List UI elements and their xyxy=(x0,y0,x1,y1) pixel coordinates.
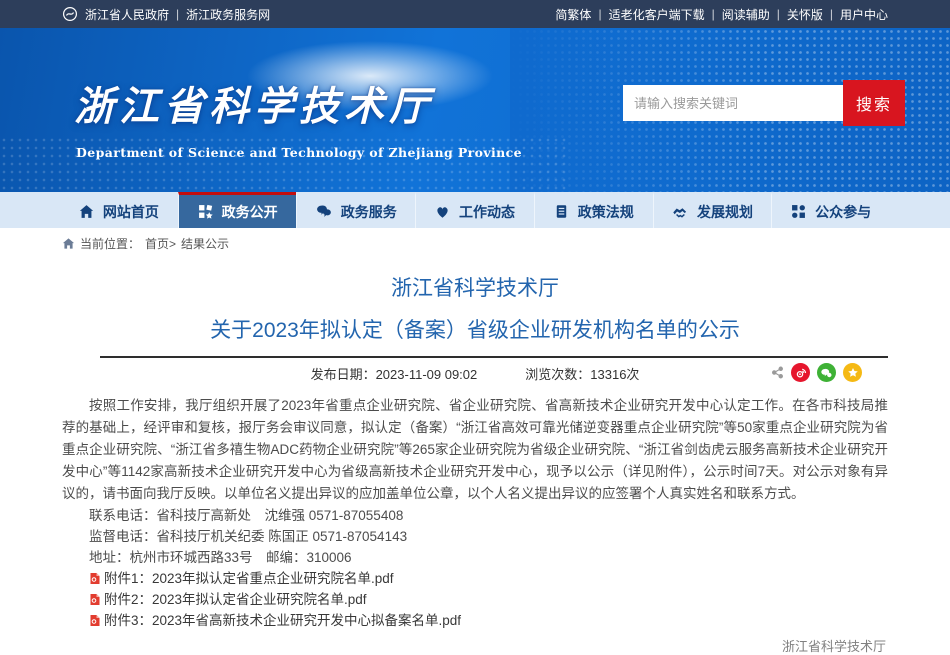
attachment-link-1[interactable]: 附件1：2023年拟认定省重点企业研究院名单.pdf xyxy=(89,568,888,589)
heart-icon xyxy=(435,204,450,219)
breadcrumb-home-icon xyxy=(62,237,75,250)
chat-bubbles-icon xyxy=(316,204,332,219)
link-care-version[interactable]: 关怀版 xyxy=(787,6,823,23)
nav-item-label: 公众参与 xyxy=(815,202,871,222)
article-meta: 发布日期：2023-11-09 09:02 浏览次数：13316次 xyxy=(62,358,888,388)
breadcrumb-link-home[interactable]: 首页> xyxy=(145,235,176,252)
top-utility-bar: 浙江省人民政府 | 浙江政务服务网 简繁体 | 适老化客户端下载 | 阅读辅助 … xyxy=(0,0,950,28)
link-zhejiang-service[interactable]: 浙江政务服务网 xyxy=(186,6,270,23)
nav-item-policies[interactable]: 政策法规 xyxy=(534,192,653,228)
search-input[interactable] xyxy=(623,85,843,121)
site-logo-title: 浙江省科学技术厅 xyxy=(74,74,434,132)
nav-item-gov-services[interactable]: 政务服务 xyxy=(296,192,415,228)
nav-item-label: 政策法规 xyxy=(578,202,634,222)
topbar-right: 简繁体 | 适老化客户端下载 | 阅读辅助 | 关怀版 | 用户中心 xyxy=(555,6,888,23)
link-user-center[interactable]: 用户中心 xyxy=(840,6,888,23)
separator: | xyxy=(777,7,780,21)
main-nav: 网站首页 政务公开 政务服务 工作动态 政策法规 xyxy=(0,192,950,228)
signature: 浙江省科学技术厅 xyxy=(62,636,886,655)
publish-date: 发布日期：2023-11-09 09:02 xyxy=(311,364,478,383)
attachment-text: 附件1：2023年拟认定省重点企业研究院名单.pdf xyxy=(104,568,394,589)
home-icon xyxy=(79,204,94,219)
participation-grid-icon xyxy=(791,204,806,219)
handshake-icon xyxy=(672,204,688,219)
gov-emblem-icon xyxy=(62,6,78,22)
address-line: 地址：杭州市环城西路33号 邮编：310006 xyxy=(62,547,888,568)
nav-item-label: 政务公开 xyxy=(222,202,278,222)
nav-item-home[interactable]: 网站首页 xyxy=(60,192,178,228)
search-button[interactable]: 搜索 xyxy=(843,80,905,126)
nav-item-development-plans[interactable]: 发展规划 xyxy=(653,192,772,228)
publish-date-label: 发布日期： xyxy=(311,367,376,382)
separator: | xyxy=(176,7,179,21)
publish-date-value: 2023-11-09 09:02 xyxy=(376,367,478,382)
nav-item-label: 工作动态 xyxy=(459,202,515,222)
share-bar xyxy=(771,363,862,382)
site-logo-subtitle-en: Department of Science and Technology of … xyxy=(76,145,522,160)
pdf-icon xyxy=(89,572,101,585)
attachment-text: 附件3：2023年省高新技术企业研究开发中心拟备案名单.pdf xyxy=(104,610,461,631)
nav-item-public-participation[interactable]: 公众参与 xyxy=(771,192,890,228)
nav-item-gov-disclosure[interactable]: 政务公开 xyxy=(178,192,297,228)
attachment-link-3[interactable]: 附件3：2023年省高新技术企业研究开发中心拟备案名单.pdf xyxy=(89,610,888,631)
contact-phone: 联系电话：省科技厅高新处 沈维强 0571-87055408 xyxy=(62,505,888,526)
disclosure-grid-icon xyxy=(198,204,213,219)
announcement-paragraph: 按照工作安排，我厅组织开展了2023年省重点企业研究院、省企业研究院、省高新技术… xyxy=(62,395,888,505)
document-icon xyxy=(554,204,569,219)
breadcrumb-current: 结果公示 xyxy=(181,235,229,252)
view-count: 浏览次数：13316次 xyxy=(525,364,639,383)
separator: | xyxy=(598,7,601,21)
article-title-line2: 关于2023年拟认定（备案）省级企业研发机构名单的公示 xyxy=(62,314,888,344)
breadcrumb-prefix: 当前位置： xyxy=(80,235,140,252)
article-title-line1: 浙江省科学技术厅 xyxy=(62,272,888,302)
link-zhejiang-gov[interactable]: 浙江省人民政府 xyxy=(85,6,169,23)
separator: | xyxy=(830,7,833,21)
site-search: 搜索 xyxy=(623,80,905,126)
nav-item-work-news[interactable]: 工作动态 xyxy=(415,192,534,228)
pdf-icon xyxy=(89,614,101,627)
topbar-left: 浙江省人民政府 | 浙江政务服务网 xyxy=(62,6,270,23)
qzone-share-icon[interactable] xyxy=(843,363,862,382)
separator: | xyxy=(712,7,715,21)
wechat-share-icon[interactable] xyxy=(817,363,836,382)
breadcrumb: 当前位置： 首页> 结果公示 xyxy=(0,230,950,256)
nav-item-label: 政务服务 xyxy=(341,202,397,222)
banner: 浙江省科学技术厅 Department of Science and Techn… xyxy=(0,28,950,192)
attachment-text: 附件2：2023年拟认定省企业研究院名单.pdf xyxy=(104,589,367,610)
share-nodes-icon[interactable] xyxy=(771,366,784,379)
attachment-link-2[interactable]: 附件2：2023年拟认定省企业研究院名单.pdf xyxy=(89,589,888,610)
nav-item-label: 网站首页 xyxy=(103,202,159,222)
pdf-icon xyxy=(89,593,101,606)
link-reading-assist[interactable]: 阅读辅助 xyxy=(722,6,770,23)
link-elderly-client-download[interactable]: 适老化客户端下载 xyxy=(609,6,705,23)
supervision-phone: 监督电话：省科技厅机关纪委 陈国正 0571-87054143 xyxy=(62,526,888,547)
nav-item-label: 发展规划 xyxy=(697,202,753,222)
view-count-label: 浏览次数： xyxy=(525,367,590,382)
view-count-value: 13316次 xyxy=(590,367,639,382)
link-simplified-traditional[interactable]: 简繁体 xyxy=(555,6,591,23)
weibo-share-icon[interactable] xyxy=(791,363,810,382)
article: 浙江省科学技术厅 关于2023年拟认定（备案）省级企业研发机构名单的公示 发布日… xyxy=(0,272,950,655)
